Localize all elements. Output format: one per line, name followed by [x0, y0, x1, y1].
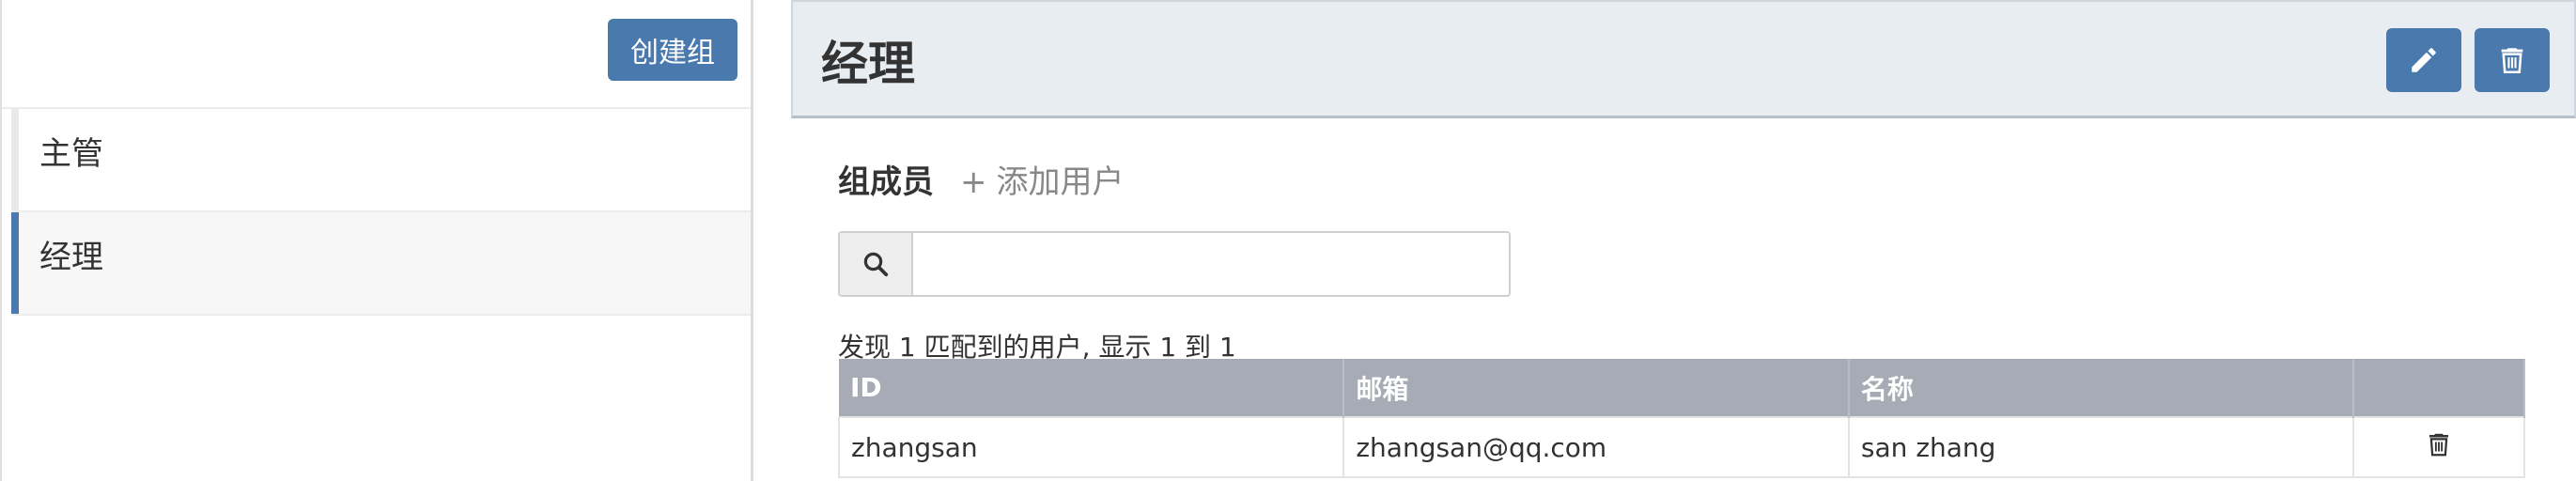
- pencil-icon: [2412, 48, 2436, 72]
- plus-icon: +: [960, 163, 987, 201]
- group-sidebar: 创建组 主管 经理: [0, 0, 753, 481]
- members-table: ID 邮箱 名称 zhangsan zhangsan@qq.com san zh…: [837, 359, 2525, 478]
- group-list: 主管 经理: [11, 109, 751, 316]
- create-group-button[interactable]: 创建组: [608, 19, 737, 81]
- group-item-indicator-active: [11, 212, 19, 314]
- search-input[interactable]: [913, 233, 1509, 295]
- group-item-label: 主管: [39, 135, 103, 173]
- search-addon[interactable]: [840, 233, 913, 295]
- table-row: zhangsan zhangsan@qq.com san zhang: [837, 416, 2525, 478]
- group-detail-panel: 经理 组成员 + 添加用户 发现 1 匹配到的用户, 显示 1 到 1 ID 邮…: [791, 0, 2576, 481]
- group-title: 经理: [821, 37, 915, 91]
- user-search: [838, 231, 1511, 297]
- add-user-label: 添加用户: [996, 163, 1125, 201]
- group-item-manager[interactable]: 经理: [11, 212, 751, 316]
- delete-group-button[interactable]: [2475, 28, 2550, 92]
- remove-user-button[interactable]: [2425, 429, 2453, 459]
- column-header-email: 邮箱: [1343, 359, 1850, 417]
- trash-icon: [2501, 48, 2523, 74]
- group-header: 经理: [791, 0, 2576, 118]
- cell-actions: [2352, 416, 2525, 478]
- sidebar-toolbar: 创建组: [2, 0, 751, 109]
- group-item-indicator: [11, 109, 19, 210]
- group-item-label: 经理: [39, 239, 103, 276]
- column-header-id: ID: [839, 359, 1345, 417]
- search-icon: [863, 252, 889, 277]
- members-title: 组成员: [838, 163, 934, 201]
- column-header-name: 名称: [1848, 359, 2355, 417]
- cell-name: san zhang: [1847, 416, 2355, 478]
- cell-email: zhangsan@qq.com: [1342, 416, 1850, 478]
- column-header-actions: [2353, 359, 2525, 417]
- app: 创建组 主管 经理 经理 组成员 + 添加用户 发现 1 匹配到的用户, 显示 …: [0, 0, 2576, 481]
- edit-group-button[interactable]: [2386, 28, 2461, 92]
- cell-id: zhangsan: [837, 416, 1345, 478]
- trash-icon: [2429, 433, 2449, 456]
- table-header-row: ID 邮箱 名称: [839, 359, 2525, 417]
- group-item-supervisor[interactable]: 主管: [11, 109, 751, 212]
- add-user-link[interactable]: + 添加用户: [960, 156, 1125, 202]
